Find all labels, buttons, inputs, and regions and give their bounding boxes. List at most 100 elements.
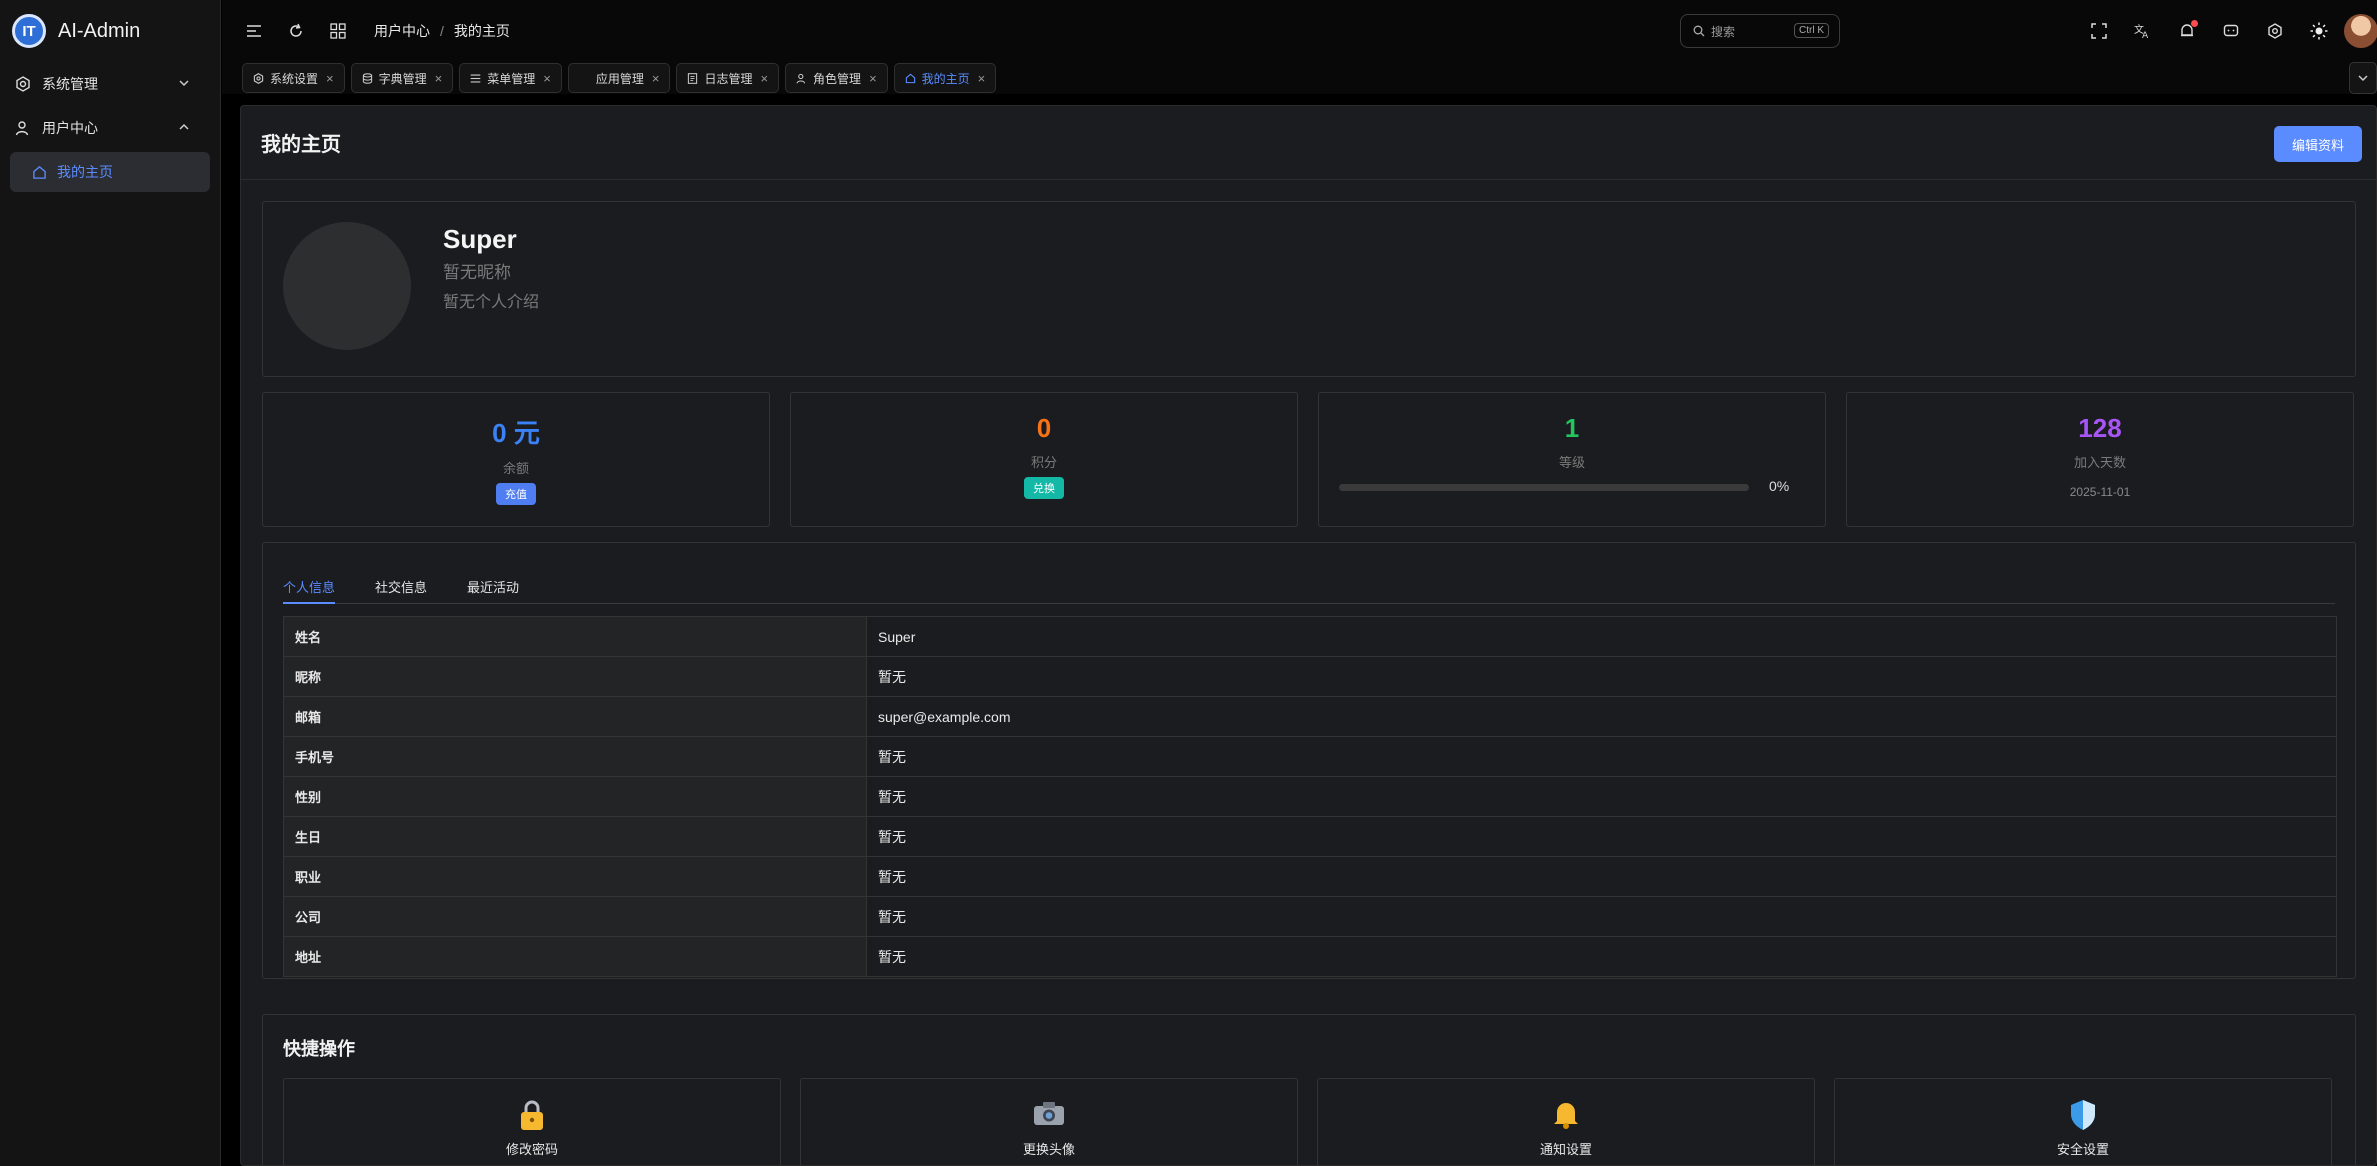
bell-icon xyxy=(1318,1099,1814,1133)
app-title: AI-Admin xyxy=(58,19,141,42)
row-value: super@example.com xyxy=(866,696,2337,737)
tab-system-settings[interactable]: 系统设置 × xyxy=(242,63,345,93)
tab-label: 应用管理 xyxy=(595,71,644,86)
stat-card-balance: 0 元 余额 充值 xyxy=(262,392,770,527)
sidebar-item-user-center[interactable]: 用户中心 xyxy=(0,106,220,150)
translate-icon[interactable]: 文A xyxy=(2132,20,2154,42)
security-settings-button[interactable]: 安全设置 xyxy=(1834,1078,2332,1165)
quick-actions-title: 快捷操作 xyxy=(283,1039,355,1059)
close-icon[interactable]: × xyxy=(869,71,877,86)
tab-social-info[interactable]: 社交信息 xyxy=(375,573,427,603)
close-icon[interactable]: × xyxy=(543,71,551,86)
row-value: Super xyxy=(866,616,2337,657)
quick-action-label: 更换头像 xyxy=(1022,1142,1075,1157)
stat-card-points: 0 积分 兑换 xyxy=(790,392,1298,527)
close-icon[interactable]: × xyxy=(760,71,768,86)
tab-label: 字典管理 xyxy=(378,71,427,86)
header-actions: 文A xyxy=(2088,20,2352,42)
points-value: 0 xyxy=(1036,413,1052,443)
tab-roles[interactable]: 角色管理 × xyxy=(785,63,888,93)
table-row: 职业 暂无 xyxy=(283,856,2337,897)
database-icon xyxy=(362,72,373,84)
tab-my-home[interactable]: 我的主页 × xyxy=(893,63,997,93)
balance-label: 余额 xyxy=(502,461,529,476)
join-date: 2025-11-01 xyxy=(2069,485,2131,499)
tab-apps[interactable]: 应用管理 × xyxy=(567,63,671,93)
row-value: 暂无 xyxy=(866,896,2337,937)
top-header: 用户中心 / 我的主页 搜索 Ctrl K 文A xyxy=(222,0,2377,62)
level-progress-text: 0% xyxy=(1769,478,1790,494)
notification-settings-button[interactable]: 通知设置 xyxy=(1317,1078,1815,1165)
home-icon xyxy=(905,73,916,84)
tab-label: 日志管理 xyxy=(704,71,753,86)
row-value: 暂无 xyxy=(866,856,2337,897)
chevron-down-icon xyxy=(2358,75,2368,82)
breadcrumb-item[interactable]: 用户中心 xyxy=(374,21,430,41)
recharge-button[interactable]: 充值 xyxy=(496,483,536,505)
grid-icon[interactable] xyxy=(328,21,348,41)
sidebar-item-label: 系统管理 xyxy=(42,76,98,92)
stat-card-days: 128 加入天数 2025-11-01 xyxy=(1846,392,2354,527)
tab-label: 我的主页 xyxy=(921,71,970,86)
row-key: 手机号 xyxy=(283,736,867,777)
logo-row[interactable]: IT AI-Admin xyxy=(0,0,220,62)
menu-icon xyxy=(470,73,481,84)
profile-avatar[interactable] xyxy=(283,222,411,350)
user-avatar[interactable] xyxy=(2344,14,2377,48)
quick-action-label: 通知设置 xyxy=(1539,1142,1592,1157)
tabs-overflow-button[interactable] xyxy=(2349,62,2377,94)
row-key: 性别 xyxy=(283,776,867,817)
change-avatar-button[interactable]: 更换头像 xyxy=(800,1078,1298,1165)
quick-action-label: 修改密码 xyxy=(505,1142,558,1157)
row-key: 公司 xyxy=(283,896,867,937)
table-row: 性别 暂无 xyxy=(283,776,2337,817)
close-icon[interactable]: × xyxy=(652,71,660,86)
tab-label: 角色管理 xyxy=(813,71,862,86)
menu-toggle-icon[interactable] xyxy=(244,21,264,41)
sidebar-item-my-home[interactable]: 我的主页 xyxy=(10,152,210,192)
row-key: 姓名 xyxy=(283,616,867,657)
table-row: 生日 暂无 xyxy=(283,816,2337,857)
fullscreen-icon[interactable] xyxy=(2088,20,2110,42)
gear-icon xyxy=(253,72,264,84)
theme-sun-icon[interactable] xyxy=(2308,20,2330,42)
redeem-button[interactable]: 兑换 xyxy=(1024,477,1064,499)
search-input[interactable]: 搜索 Ctrl K xyxy=(1680,14,1840,48)
chat-icon[interactable] xyxy=(2220,20,2242,42)
tab-recent-activity[interactable]: 最近活动 xyxy=(467,573,519,603)
level-value: 1 xyxy=(1564,413,1580,443)
tab-personal-info[interactable]: 个人信息 xyxy=(283,573,336,604)
row-key: 地址 xyxy=(283,936,867,977)
tab-label: 菜单管理 xyxy=(487,71,536,86)
tabs-bar: 系统设置 × 字典管理 × 菜单管理 × 应用管理 × 日志管理 × 角色管理 … xyxy=(222,62,2377,94)
main-panel: 我的主页 编辑资料 Super 暂无昵称 暂无个人介绍 0 元 余额 充值 0 … xyxy=(240,105,2377,1166)
tab-menu[interactable]: 菜单管理 × xyxy=(459,63,562,93)
sidebar: IT AI-Admin 系统管理 用户中心 我的主页 xyxy=(0,0,221,1166)
shield-icon xyxy=(1835,1099,2331,1133)
edit-profile-button[interactable]: 编辑资料 xyxy=(2274,126,2362,162)
table-row: 邮箱 super@example.com xyxy=(283,696,2337,737)
refresh-icon[interactable] xyxy=(286,21,306,41)
profile-nickname: 暂无昵称 xyxy=(443,263,511,282)
row-value: 暂无 xyxy=(866,936,2337,977)
settings-icon[interactable] xyxy=(2264,20,2286,42)
sidebar-item-system[interactable]: 系统管理 xyxy=(0,62,220,106)
role-icon xyxy=(796,73,807,84)
page-title: 我的主页 xyxy=(261,134,341,156)
change-password-button[interactable]: 修改密码 xyxy=(283,1078,781,1165)
close-icon[interactable]: × xyxy=(435,71,443,86)
close-icon[interactable]: × xyxy=(326,71,334,86)
balance-value: 0 元 xyxy=(492,418,540,448)
profile-bio: 暂无个人介绍 xyxy=(443,294,540,311)
tab-dictionary[interactable]: 字典管理 × xyxy=(350,63,454,93)
quick-actions-card: 快捷操作 修改密码 更换头像 通知设置 安全设置 xyxy=(262,1014,2356,1165)
days-value: 128 xyxy=(2078,413,2122,443)
row-key: 生日 xyxy=(283,816,867,857)
tab-logs[interactable]: 日志管理 × xyxy=(676,63,780,93)
close-icon[interactable]: × xyxy=(978,71,986,86)
svg-text:A: A xyxy=(2142,31,2149,39)
breadcrumb: 用户中心 / 我的主页 xyxy=(374,21,510,41)
notification-bell-icon[interactable] xyxy=(2176,20,2198,42)
table-row: 地址 暂无 xyxy=(283,936,2337,977)
days-label: 加入天数 xyxy=(2073,455,2126,470)
